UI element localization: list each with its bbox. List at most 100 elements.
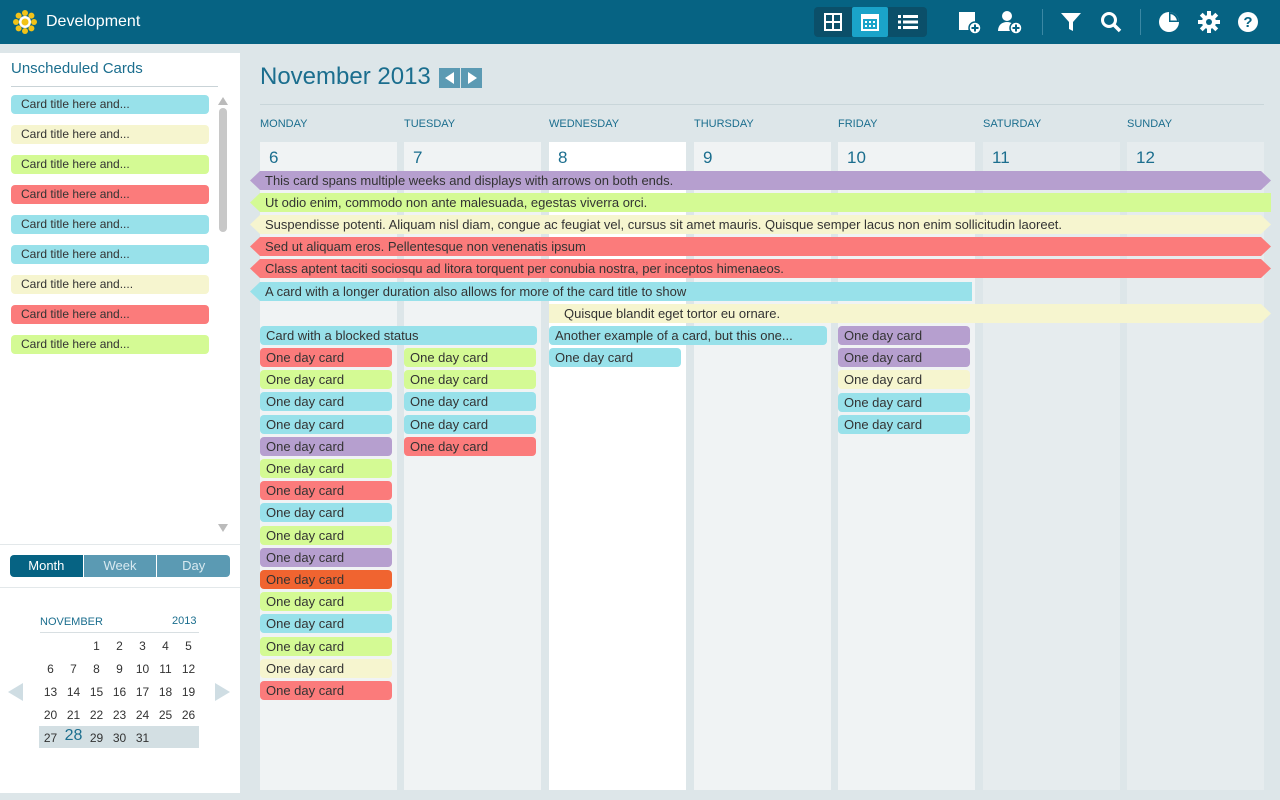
- unscheduled-card[interactable]: Card title here and...: [11, 305, 209, 324]
- one-day-card[interactable]: One day card: [260, 392, 392, 412]
- one-day-card[interactable]: One day card: [260, 658, 392, 678]
- next-month-icon[interactable]: [461, 68, 482, 88]
- unscheduled-card[interactable]: Card title here and....: [11, 275, 209, 294]
- unscheduled-card[interactable]: Card title here and...: [11, 125, 209, 144]
- mini-calendar-day[interactable]: 24: [131, 707, 154, 723]
- week-view-button[interactable]: Week: [83, 555, 158, 577]
- one-day-card[interactable]: One day card: [404, 414, 536, 434]
- span-card[interactable]: Ut odio enim, commodo non ante malesuada…: [250, 193, 1271, 212]
- scroll-down-icon[interactable]: [218, 524, 228, 532]
- span-card[interactable]: Quisque blandit eget tortor eu ornare.: [549, 304, 1271, 323]
- one-day-card[interactable]: One day card: [260, 525, 392, 545]
- span-card[interactable]: Suspendisse potenti. Aliquam nisl diam, …: [250, 215, 1271, 234]
- mini-calendar-prev-icon[interactable]: [8, 683, 23, 701]
- one-day-card[interactable]: One day card: [260, 614, 392, 634]
- one-day-card[interactable]: One day card: [404, 370, 536, 390]
- scrollbar-thumb[interactable]: [219, 108, 227, 232]
- one-day-card[interactable]: One day card: [260, 681, 392, 700]
- mini-calendar-day[interactable]: 5: [177, 638, 200, 654]
- mini-calendar-day[interactable]: 27: [39, 730, 62, 746]
- one-day-card[interactable]: One day card: [838, 326, 970, 345]
- mini-calendar-day[interactable]: 11: [154, 661, 177, 677]
- list-view-icon[interactable]: [890, 7, 926, 37]
- board-title[interactable]: Development: [46, 13, 140, 31]
- unscheduled-card[interactable]: Card title here and...: [11, 185, 209, 204]
- mini-calendar-day[interactable]: 20: [39, 707, 62, 723]
- span-card[interactable]: Class aptent taciti sociosqu ad litora t…: [250, 259, 1271, 278]
- mini-calendar-day[interactable]: 30: [108, 730, 131, 746]
- one-day-card[interactable]: One day card: [260, 592, 392, 612]
- reports-icon[interactable]: [1155, 8, 1183, 36]
- mini-calendar-day[interactable]: 10: [131, 661, 154, 677]
- prev-month-icon[interactable]: [439, 68, 460, 88]
- mini-calendar-day[interactable]: 13: [39, 684, 62, 700]
- mini-calendar-day[interactable]: 22: [85, 707, 108, 723]
- mini-calendar-day[interactable]: 29: [85, 730, 108, 746]
- span-card[interactable]: Card with a blocked status: [260, 326, 537, 345]
- one-day-card[interactable]: One day card: [260, 436, 392, 456]
- span-card[interactable]: A card with a longer duration also allow…: [250, 282, 972, 301]
- one-day-card[interactable]: One day card: [838, 392, 970, 412]
- add-user-icon[interactable]: [996, 8, 1024, 36]
- one-day-card[interactable]: One day card: [260, 503, 392, 523]
- mini-calendar-day[interactable]: 19: [177, 684, 200, 700]
- mini-calendar-day[interactable]: 16: [108, 684, 131, 700]
- filter-icon[interactable]: [1057, 8, 1085, 36]
- mini-calendar-day[interactable]: 15: [85, 684, 108, 700]
- span-card[interactable]: Sed ut aliquam eros. Pellentesque non ve…: [250, 237, 1271, 256]
- unscheduled-card[interactable]: Card title here and...: [11, 95, 209, 114]
- mini-calendar-next-icon[interactable]: [215, 683, 230, 701]
- one-day-card[interactable]: One day card: [549, 348, 681, 367]
- unscheduled-card[interactable]: Card title here and...: [11, 215, 209, 234]
- one-day-card[interactable]: One day card: [260, 348, 392, 367]
- one-day-card[interactable]: One day card: [838, 414, 970, 434]
- mini-calendar-day[interactable]: 9: [108, 661, 131, 677]
- one-day-card[interactable]: One day card: [404, 348, 536, 367]
- mini-calendar-day[interactable]: 26: [177, 707, 200, 723]
- mini-calendar-day[interactable]: 6: [39, 661, 62, 677]
- mini-calendar-day[interactable]: 21: [62, 707, 85, 723]
- mini-calendar-day[interactable]: 18: [154, 684, 177, 700]
- one-day-card[interactable]: One day card: [838, 348, 970, 368]
- mini-calendar-day[interactable]: 31: [131, 730, 154, 746]
- mini-calendar-day[interactable]: 3: [131, 638, 154, 654]
- mini-calendar-day[interactable]: 1: [85, 638, 108, 654]
- calendar-view-icon[interactable]: [852, 7, 888, 37]
- mini-calendar-day[interactable]: 28: [62, 728, 85, 744]
- one-day-card[interactable]: One day card: [260, 570, 392, 589]
- span-card[interactable]: Another example of a card, but this one.…: [549, 326, 827, 345]
- mini-calendar-day[interactable]: 14: [62, 684, 85, 700]
- unscheduled-card[interactable]: Card title here and...: [11, 335, 209, 354]
- unscheduled-card[interactable]: Card title here and...: [11, 245, 209, 264]
- one-day-card[interactable]: One day card: [260, 414, 392, 434]
- one-day-card[interactable]: One day card: [260, 547, 392, 567]
- add-card-icon[interactable]: [955, 8, 983, 36]
- day-number: 11: [992, 148, 1010, 167]
- board-view-icon[interactable]: [815, 7, 851, 37]
- settings-icon[interactable]: [1195, 8, 1223, 36]
- mini-calendar-day[interactable]: 7: [62, 661, 85, 677]
- month-view-button[interactable]: Month: [10, 555, 84, 577]
- day-number: 10: [847, 148, 866, 167]
- mini-calendar-day[interactable]: 17: [131, 684, 154, 700]
- span-card[interactable]: This card spans multiple weeks and displ…: [250, 171, 1271, 190]
- scroll-up-icon[interactable]: [218, 97, 228, 105]
- mini-calendar-day[interactable]: 25: [154, 707, 177, 723]
- day-view-button[interactable]: Day: [157, 555, 230, 577]
- one-day-card[interactable]: One day card: [260, 481, 392, 501]
- mini-calendar-day[interactable]: 8: [85, 661, 108, 677]
- one-day-card[interactable]: One day card: [260, 636, 392, 656]
- unscheduled-card[interactable]: Card title here and...: [11, 155, 209, 174]
- search-icon[interactable]: [1097, 8, 1125, 36]
- one-day-card[interactable]: One day card: [404, 392, 536, 412]
- one-day-card[interactable]: One day card: [404, 436, 536, 456]
- mini-calendar-day[interactable]: 23: [108, 707, 131, 723]
- one-day-card[interactable]: One day card: [260, 370, 392, 390]
- mini-calendar-day[interactable]: 12: [177, 661, 200, 677]
- divider: [260, 104, 1264, 105]
- mini-calendar-day[interactable]: 2: [108, 638, 131, 654]
- mini-calendar-day[interactable]: 4: [154, 638, 177, 654]
- one-day-card[interactable]: One day card: [838, 370, 970, 390]
- help-icon[interactable]: ?: [1234, 8, 1262, 36]
- one-day-card[interactable]: One day card: [260, 459, 392, 478]
